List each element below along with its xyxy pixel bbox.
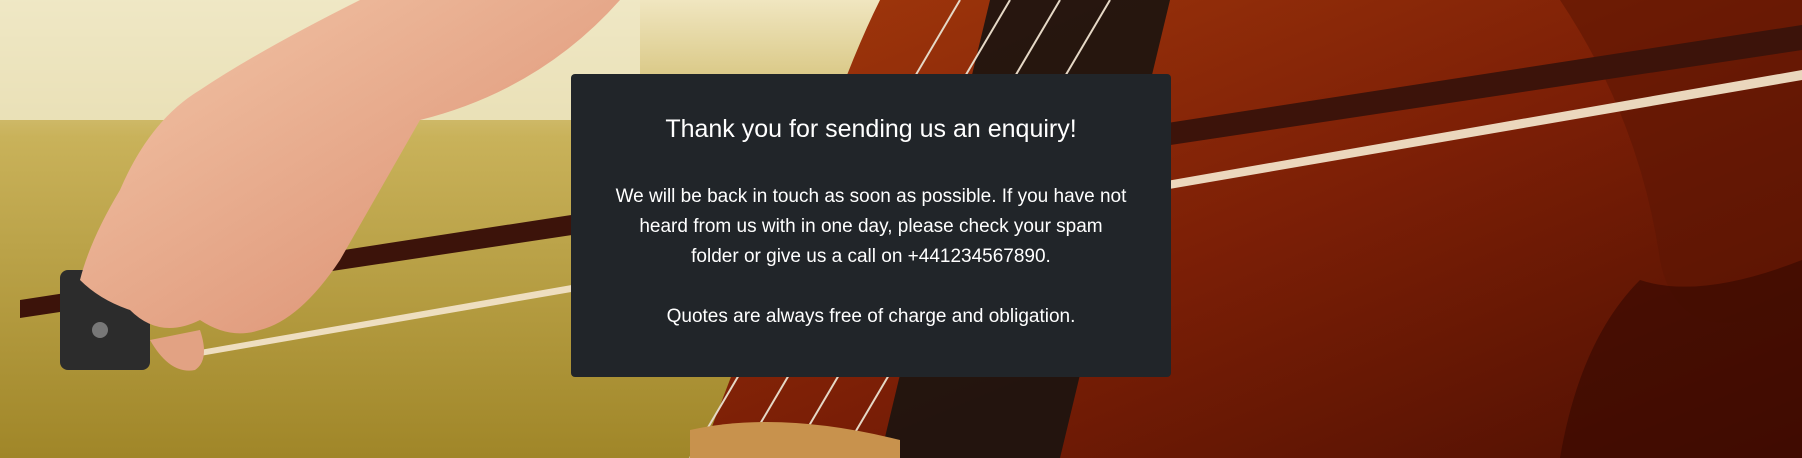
confirmation-title: Thank you for sending us an enquiry! [665, 115, 1077, 143]
hero-section: Thank you for sending us an enquiry! We … [0, 0, 1802, 458]
confirmation-card: Thank you for sending us an enquiry! We … [571, 74, 1171, 377]
confirmation-message: We will be back in touch as soon as poss… [615, 186, 1127, 267]
confirmation-note: Quotes are always free of charge and obl… [666, 306, 1076, 327]
